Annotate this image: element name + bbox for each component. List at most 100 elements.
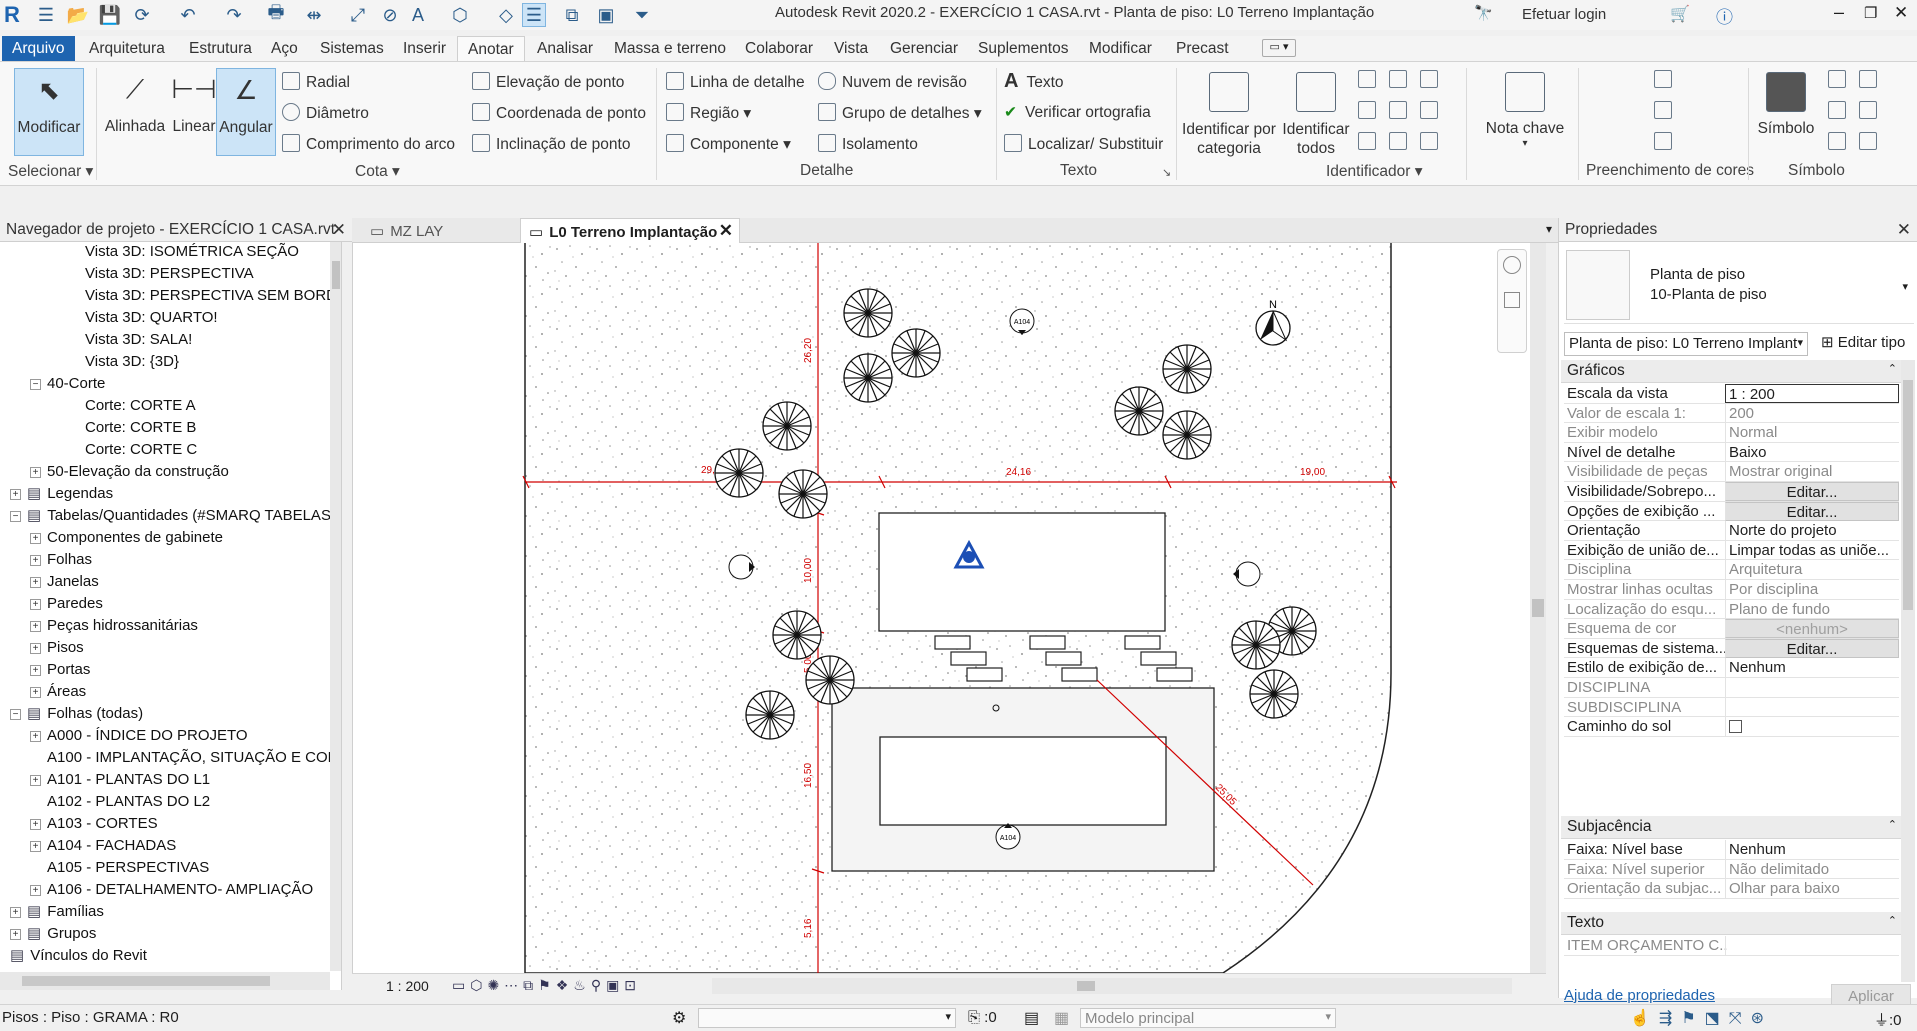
property-row[interactable]: Exibir modelo Normal <box>1564 423 1899 443</box>
filter-count[interactable]: ⏚:0 <box>1874 1009 1902 1030</box>
canvas-vscrollbar[interactable] <box>1530 243 1546 973</box>
browser-tree-item[interactable]: ▤ Vínculos do Revit <box>10 945 147 967</box>
minimize-button[interactable]: – <box>1834 2 1844 23</box>
linear-dimension-button[interactable]: ⊢⊣ Linear <box>170 68 218 136</box>
property-row[interactable]: Localização do esqu... Plano de fundo <box>1564 599 1899 620</box>
building-upper[interactable] <box>878 512 1166 632</box>
expand-icon[interactable]: + <box>10 907 21 918</box>
browser-tree-item[interactable]: + Componentes de gabinete <box>30 527 223 549</box>
cart-icon[interactable]: 🛒 <box>1670 4 1690 24</box>
steering-wheel-icon[interactable] <box>1503 256 1521 274</box>
aligned-dimension-button[interactable]: ⟋ Alinhada <box>104 68 166 136</box>
cota-group-dropdown[interactable]: Cota ▾ <box>355 162 400 181</box>
print-icon[interactable]: 🖶 <box>264 2 288 27</box>
browser-tree-item[interactable]: Vista 3D: PERSPECTIVA SEM BORDA <box>85 285 330 307</box>
tag-all-button[interactable]: Identificar todos <box>1280 68 1352 158</box>
browser-tree-item[interactable]: + ▤ Famílias <box>10 901 104 923</box>
browser-hscrollbar[interactable] <box>0 972 330 990</box>
identificador-dropdown[interactable]: Identificador ▾ <box>1326 162 1423 181</box>
close-button[interactable]: ✕ <box>1894 3 1908 23</box>
tab-anotar[interactable]: Anotar <box>457 36 525 61</box>
property-value[interactable]: Nenhum <box>1725 658 1899 678</box>
restore-button[interactable]: ❐ <box>1864 4 1877 22</box>
view-scale[interactable]: 1 : 200 <box>386 978 429 994</box>
browser-tree-item[interactable]: + A103 - CORTES <box>30 813 158 835</box>
expand-icon[interactable]: + <box>30 885 41 896</box>
tread-tag-icon[interactable] <box>1420 101 1438 119</box>
property-value[interactable]: Mostrar original <box>1725 462 1899 482</box>
section-subjacencia[interactable]: Subjacência ⌃ <box>1561 816 1901 839</box>
building-lower-inner[interactable] <box>879 736 1167 826</box>
keynote-tag-icon[interactable] <box>1358 132 1376 150</box>
property-value[interactable]: Editar... <box>1725 482 1899 501</box>
spot-slope-button[interactable]: Inclinação de ponto <box>472 134 630 154</box>
browser-hscroll-thumb[interactable] <box>22 976 270 986</box>
workset-select[interactable]: ▾ <box>698 1008 956 1028</box>
modify-button[interactable]: ⬉ Modificar <box>14 68 84 156</box>
property-row[interactable]: Orientação Norte do projeto <box>1564 521 1899 541</box>
design-options-icon[interactable]: ▤ <box>1024 1008 1039 1028</box>
browser-tree-item[interactable]: + A106 - DETALHAMENTO- AMPLIAÇÃO <box>30 879 313 901</box>
browser-tree-item[interactable]: + Janelas <box>30 571 99 593</box>
property-value[interactable] <box>1725 717 1899 737</box>
property-row[interactable]: SUBDISCIPLINA <box>1564 697 1899 718</box>
expand-icon[interactable]: + <box>30 731 41 742</box>
tab-precast[interactable]: Precast <box>1176 36 1229 61</box>
properties-scroll-thumb[interactable] <box>1903 380 1913 610</box>
select-dropdown[interactable]: Selecionar ▾ <box>8 162 93 181</box>
spell-check-button[interactable]: ✔ Verificar ortografia <box>1004 103 1151 122</box>
login-link[interactable]: Efetuar login <box>1522 6 1606 23</box>
tab-vista[interactable]: Vista <box>834 36 868 61</box>
spot-elevation-button[interactable]: Elevação de ponto <box>472 72 624 92</box>
multi-rebar-icon[interactable] <box>1420 70 1438 88</box>
collapse-icon[interactable]: − <box>30 379 41 390</box>
stair-tag-icon[interactable] <box>1389 70 1407 88</box>
property-row[interactable]: Exibição de união de... Limpar todas as u… <box>1564 540 1899 561</box>
expand-icon[interactable]: + <box>10 489 21 500</box>
property-value[interactable]: Baixo <box>1725 442 1899 462</box>
region-button[interactable]: Região ▾ <box>666 103 751 123</box>
spot-coordinate-button[interactable]: Coordenada de ponto <box>472 103 646 123</box>
property-value[interactable] <box>1725 678 1899 697</box>
find-replace-button[interactable]: Localizar/ Substituir <box>1004 134 1163 154</box>
canvas-hscrollbar[interactable] <box>712 978 1512 994</box>
expand-icon[interactable]: + <box>30 555 41 566</box>
zoom-icon[interactable] <box>1504 292 1520 308</box>
tab-gerenciar[interactable]: Gerenciar <box>890 36 958 61</box>
undo-icon[interactable]: ↶ <box>176 3 200 27</box>
detail-line-button[interactable]: Linha de detalhe <box>666 72 805 92</box>
dimension-icon[interactable]: ⤢ <box>346 3 370 27</box>
browser-tree-item[interactable]: + Paredes <box>30 593 103 615</box>
property-row[interactable]: Faixa: Nível base Nenhum <box>1564 840 1899 860</box>
fabric-reinforcement-icon[interactable] <box>1859 132 1877 150</box>
property-value[interactable]: Normal <box>1725 423 1899 443</box>
tab-estrutura[interactable]: Estrutura <box>189 36 252 61</box>
property-row[interactable]: Visibilidade/Sobrepo... Editar... <box>1564 482 1899 502</box>
beam-annotation-icon[interactable] <box>1859 70 1877 88</box>
angular-dimension-button[interactable]: ∠ Angular <box>216 68 276 156</box>
browser-tree-item[interactable]: Vista 3D: ISOMÉTRICA SEÇÃO <box>85 241 299 263</box>
browser-tree-item[interactable]: + A000 - ÍNDICE DO PROJETO <box>30 725 248 747</box>
browser-tree-item[interactable]: − ▤ Tabelas/Quantidades (#SMARQ TABELAS <box>10 505 330 527</box>
panel-toggle-button[interactable]: ▭ ▾ <box>1262 39 1296 57</box>
browser-tree-item[interactable]: Vista 3D: {3D} <box>85 351 179 373</box>
thin-lines-icon[interactable]: ☰ <box>522 3 546 27</box>
browser-tree-item[interactable]: A102 - PLANTAS DO L2 <box>30 791 210 813</box>
property-value[interactable]: Não delimitado <box>1725 859 1899 879</box>
property-row[interactable]: Esquema de cor <nenhum> <box>1564 619 1899 639</box>
browser-tree-item[interactable]: Corte: CORTE C <box>85 439 197 461</box>
property-value[interactable]: 200 <box>1725 403 1899 423</box>
symbol-button[interactable]: Símbolo <box>1752 68 1820 138</box>
worksets-icon[interactable]: ⚙ <box>672 1008 686 1028</box>
stair-path-icon[interactable] <box>1828 101 1846 119</box>
browser-tree-item[interactable]: + Áreas <box>30 681 86 703</box>
property-value[interactable]: 1 : 200 <box>1725 384 1899 403</box>
tab-inserir[interactable]: Inserir <box>403 36 446 61</box>
tab-arquitetura[interactable]: Arquitetura <box>89 36 165 61</box>
browser-tree-item[interactable]: Vista 3D: PERSPECTIVA <box>85 263 254 285</box>
save-icon[interactable]: 💾 <box>98 3 122 27</box>
customize-icon[interactable]: ⏷ <box>630 3 654 27</box>
diameter-button[interactable]: Diâmetro <box>282 103 369 123</box>
revision-cloud-button[interactable]: Nuvem de revisão <box>818 72 967 92</box>
collapse-icon[interactable]: − <box>10 709 21 720</box>
